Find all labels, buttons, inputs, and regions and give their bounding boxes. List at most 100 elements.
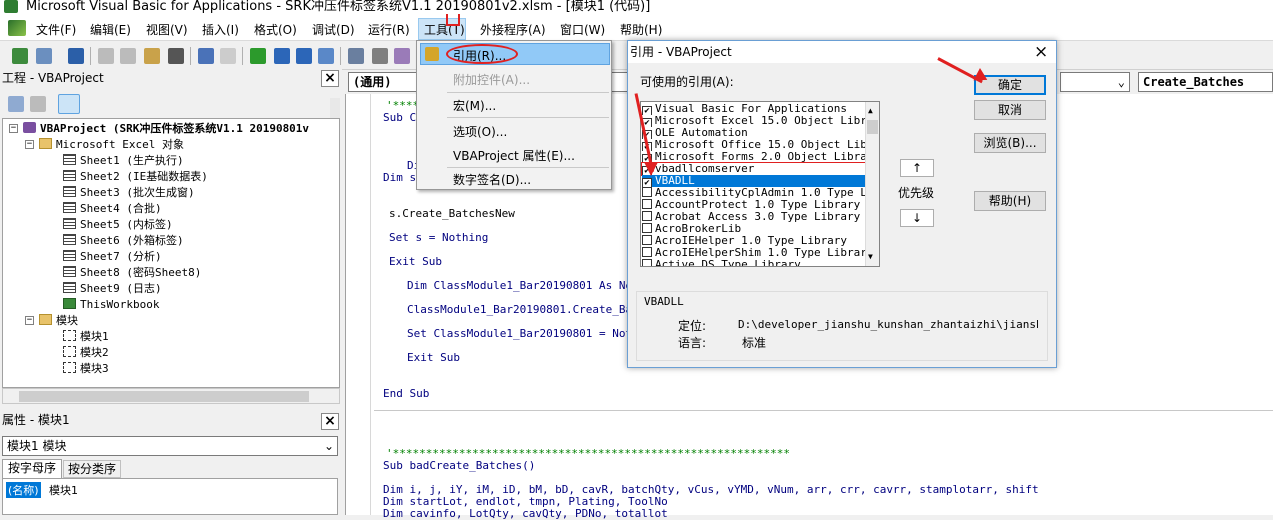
- reference-item[interactable]: Active DS Type Library: [642, 259, 866, 266]
- tab-alphabetic[interactable]: 按字母序: [2, 459, 62, 478]
- menu-addins[interactable]: 外接程序(A): [480, 21, 546, 38]
- menu-item-macros[interactable]: 宏(M)...: [453, 97, 496, 114]
- excel-view-icon[interactable]: [12, 48, 28, 64]
- run-icon[interactable]: [250, 48, 266, 64]
- tree-item-module2[interactable]: 模块2: [63, 346, 109, 360]
- priority-up-button[interactable]: ↑: [900, 159, 934, 177]
- references-vertical-scrollbar[interactable]: ▲ ▼: [865, 102, 879, 266]
- menu-item-project-properties[interactable]: VBAProject 属性(E)...: [453, 147, 575, 164]
- checkbox-checked-icon[interactable]: ✔: [642, 178, 652, 187]
- reference-item[interactable]: ✔ vbadllcomserver: [641, 162, 867, 176]
- checkbox-unchecked-icon[interactable]: [642, 211, 652, 221]
- code-proc-combo-arrow[interactable]: ⌄: [1060, 72, 1130, 92]
- tree-item-sheet3[interactable]: Sheet3 (批次生成窗): [63, 186, 195, 200]
- reference-item[interactable]: ✔ Microsoft Forms 2.0 Object Library: [642, 151, 866, 163]
- tree-item-sheet2[interactable]: Sheet2 (IE基础数据表): [63, 170, 208, 184]
- scrollbar-thumb[interactable]: [19, 391, 309, 402]
- dialog-close-button[interactable]: ×: [1034, 42, 1048, 62]
- reference-item[interactable]: AccessibilityCplAdmin 1.0 Type Library: [642, 187, 866, 199]
- priority-down-button[interactable]: ↓: [900, 209, 934, 227]
- properties-icon[interactable]: [372, 48, 388, 64]
- checkbox-checked-icon[interactable]: ✔: [642, 106, 652, 115]
- tree-item-sheet8[interactable]: Sheet8 (密码Sheet8): [63, 266, 201, 280]
- tree-item-sheet7[interactable]: Sheet7 (分析): [63, 250, 162, 264]
- menu-item-digital-signature[interactable]: 数字签名(D)...: [453, 171, 531, 188]
- menu-item-additional-controls[interactable]: 附加控件(A)...: [453, 71, 530, 88]
- project-scroll-button[interactable]: [330, 98, 340, 118]
- help-button[interactable]: 帮助(H): [974, 191, 1046, 211]
- reference-item[interactable]: Acrobat Access 3.0 Type Library: [642, 211, 866, 223]
- project-horizontal-scrollbar[interactable]: [2, 388, 340, 404]
- reference-item[interactable]: AcroBrokerLib: [642, 223, 866, 235]
- tree-folder-modules[interactable]: 模块: [39, 314, 78, 328]
- tree-item-module1[interactable]: 模块1: [63, 330, 109, 344]
- project-explorer-icon[interactable]: [348, 48, 364, 64]
- save-icon[interactable]: [68, 48, 84, 64]
- browse-button[interactable]: 浏览(B)...: [974, 133, 1046, 153]
- vba-menu-icon[interactable]: [8, 20, 26, 36]
- menu-file[interactable]: 文件(F): [36, 21, 76, 38]
- menu-edit[interactable]: 编辑(E): [90, 21, 131, 38]
- tree-item-thisworkbook[interactable]: ThisWorkbook: [63, 298, 159, 312]
- expand-toggle[interactable]: −: [25, 316, 34, 325]
- menu-debug[interactable]: 调试(D): [312, 21, 355, 38]
- reference-item[interactable]: ✔Microsoft Office 15.0 Object Library: [642, 139, 866, 151]
- tree-item-sheet9[interactable]: Sheet9 (日志): [63, 282, 162, 296]
- pause-icon[interactable]: [274, 48, 290, 64]
- toggle-folders-icon[interactable]: [58, 94, 80, 114]
- reference-item[interactable]: AccountProtect 1.0 Type Library: [642, 199, 866, 211]
- paste-icon[interactable]: [144, 48, 160, 64]
- scrollbar-thumb[interactable]: [867, 120, 878, 134]
- properties-panel-close-button[interactable]: ×: [321, 413, 339, 430]
- tree-item-sheet4[interactable]: Sheet4 (合批): [63, 202, 162, 216]
- property-value[interactable]: 模块1: [49, 482, 78, 498]
- reference-item[interactable]: ✔ OLE Automation: [642, 127, 866, 139]
- reference-item[interactable]: ✔ Visual Basic For Applications: [642, 103, 866, 115]
- checkbox-unchecked-icon[interactable]: [642, 187, 652, 197]
- undo-icon[interactable]: [198, 48, 214, 64]
- tree-item-sheet5[interactable]: Sheet5 (内标签): [63, 218, 173, 232]
- cut-icon[interactable]: [98, 48, 114, 64]
- tree-item-module3[interactable]: 模块3: [63, 362, 109, 376]
- tab-categorized[interactable]: 按分类序: [63, 460, 121, 478]
- code-procedure-combo[interactable]: Create_Batches: [1138, 72, 1273, 92]
- project-panel-close-button[interactable]: ×: [321, 70, 339, 87]
- property-name[interactable]: (名称): [6, 482, 41, 498]
- menu-help[interactable]: 帮助(H): [620, 21, 662, 38]
- menu-insert[interactable]: 插入(I): [202, 21, 239, 38]
- menu-item-options[interactable]: 选项(O)...: [453, 123, 507, 140]
- copy-icon[interactable]: [120, 48, 136, 64]
- tree-item-sheet6[interactable]: Sheet6 (外箱标签): [63, 234, 184, 248]
- insert-userform-icon[interactable]: [36, 48, 52, 64]
- reference-item[interactable]: AcroIEHelper 1.0 Type Library: [642, 235, 866, 247]
- tree-root-vbaproject[interactable]: VBAProject (SRK冲压件标签系统V1.1 20190801v: [23, 122, 309, 136]
- tree-item-sheet1[interactable]: Sheet1 (生产执行): [63, 154, 184, 168]
- properties-object-combo[interactable]: 模块1 模块 ⌄: [2, 436, 338, 456]
- scroll-down-icon[interactable]: ▼: [868, 252, 873, 261]
- reference-item[interactable]: ✔ Microsoft Excel 15.0 Object Library: [642, 115, 866, 127]
- view-code-icon[interactable]: [8, 96, 24, 112]
- menu-run[interactable]: 运行(R): [368, 21, 410, 38]
- design-mode-icon[interactable]: [318, 48, 334, 64]
- checkbox-unchecked-icon[interactable]: [642, 247, 652, 257]
- stop-icon[interactable]: [296, 48, 312, 64]
- checkbox-unchecked-icon[interactable]: [642, 199, 652, 209]
- object-browser-icon[interactable]: [394, 48, 410, 64]
- cancel-button[interactable]: 取消: [974, 100, 1046, 120]
- view-object-icon[interactable]: [30, 96, 46, 112]
- redo-icon[interactable]: [220, 48, 236, 64]
- expand-toggle[interactable]: −: [25, 140, 34, 149]
- scroll-up-icon[interactable]: ▲: [868, 106, 873, 115]
- menu-format[interactable]: 格式(O): [254, 21, 297, 38]
- checkbox-unchecked-icon[interactable]: [642, 223, 652, 233]
- tree-folder-excel-objects[interactable]: Microsoft Excel 对象: [39, 138, 184, 152]
- menu-view[interactable]: 视图(V): [146, 21, 188, 38]
- menu-window[interactable]: 窗口(W): [560, 21, 605, 38]
- checkbox-unchecked-icon[interactable]: [642, 235, 652, 245]
- reference-item[interactable]: AcroIEHelperShim 1.0 Type Library: [642, 247, 866, 259]
- checkbox-unchecked-icon[interactable]: [642, 259, 652, 266]
- references-listbox[interactable]: ✔ Visual Basic For Applications ✔ Microsof…: [640, 101, 880, 267]
- reference-item-selected[interactable]: ✔ VBADLL: [642, 175, 866, 187]
- find-icon[interactable]: [168, 48, 184, 64]
- expand-toggle[interactable]: −: [9, 124, 18, 133]
